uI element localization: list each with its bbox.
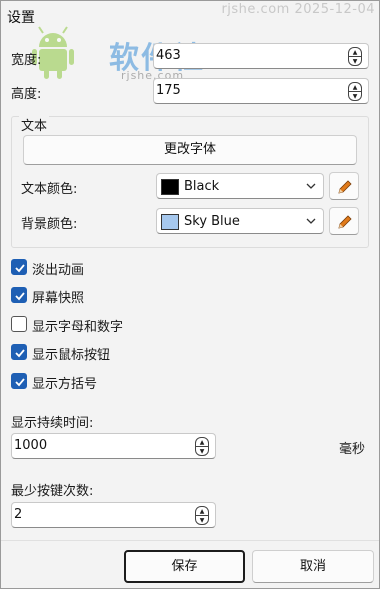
duration-label: 显示持续时间: — [11, 416, 94, 431]
dialog-footer: 保存 取消 — [1, 540, 379, 588]
min-keys-label: 最少按键次数: — [11, 484, 94, 499]
pencil-icon — [338, 215, 352, 229]
option-label: 屏幕快照 — [32, 291, 85, 306]
min-keys-spinbox[interactable]: 2 ▲ ▼ — [11, 502, 216, 528]
text-color-swatch — [161, 179, 179, 195]
option-label: 显示方括号 — [32, 377, 98, 392]
spin-down-icon[interactable]: ▼ — [348, 56, 362, 66]
bg-color-label: 背景颜色: — [21, 217, 78, 232]
text-color-dropdown[interactable]: Black — [156, 173, 324, 199]
checkmark-icon — [15, 378, 25, 387]
height-value: 175 — [156, 83, 181, 98]
spin-down-icon[interactable]: ▼ — [348, 91, 362, 101]
settings-window: 设置 rjshe.com 2025-12-04 软件社 rjshe.com 宽度… — [0, 0, 380, 589]
height-spin-arrows[interactable]: ▲ ▼ — [348, 82, 364, 102]
checkbox[interactable] — [11, 344, 27, 360]
duration-unit: 毫秒 — [339, 442, 366, 457]
text-color-pick-button[interactable] — [329, 172, 359, 200]
cancel-button[interactable]: 取消 — [252, 550, 374, 583]
checkbox[interactable] — [11, 316, 27, 332]
duration-spin-arrows[interactable]: ▲ ▼ — [195, 437, 211, 457]
min-keys-value: 2 — [14, 507, 23, 522]
width-label: 宽度: — [11, 53, 42, 68]
pencil-icon — [338, 180, 352, 194]
min-keys-spin-arrows[interactable]: ▲ ▼ — [195, 506, 211, 526]
bg-color-swatch — [161, 214, 179, 230]
width-spin-arrows[interactable]: ▲ ▼ — [348, 47, 364, 67]
height-label: 高度: — [11, 87, 42, 102]
option-label: 显示鼠标按钮 — [32, 348, 111, 363]
change-font-button[interactable]: 更改字体 — [23, 135, 357, 165]
option-label: 淡出动画 — [32, 263, 85, 278]
chevron-down-icon — [306, 183, 316, 189]
checkbox[interactable] — [11, 287, 27, 303]
window-title: 设置 — [7, 10, 35, 26]
duration-spinbox[interactable]: 1000 ▲ ▼ — [11, 433, 216, 459]
text-color-label: 文本颜色: — [21, 182, 78, 197]
checkbox[interactable] — [11, 259, 27, 275]
width-spinbox[interactable]: 463 ▲ ▼ — [153, 43, 369, 69]
bg-color-pick-button[interactable] — [329, 207, 359, 235]
checkbox[interactable] — [11, 373, 27, 389]
text-group-title: 文本 — [19, 115, 50, 134]
bg-color-value: Sky Blue — [184, 214, 240, 229]
duration-value: 1000 — [14, 438, 48, 453]
chevron-down-icon — [306, 218, 316, 224]
watermark-text: rjshe.com 2025-12-04 — [221, 2, 375, 17]
text-color-value: Black — [184, 179, 220, 194]
option-label: 显示字母和数字 — [32, 320, 124, 335]
height-spinbox[interactable]: 175 ▲ ▼ — [153, 78, 369, 104]
checkmark-icon — [15, 292, 25, 301]
save-button[interactable]: 保存 — [124, 550, 245, 583]
bg-color-dropdown[interactable]: Sky Blue — [156, 208, 324, 234]
spin-down-icon[interactable]: ▼ — [195, 515, 209, 525]
checkmark-icon — [15, 264, 25, 273]
width-value: 463 — [156, 48, 181, 63]
checkmark-icon — [15, 349, 25, 358]
spin-down-icon[interactable]: ▼ — [195, 446, 209, 456]
